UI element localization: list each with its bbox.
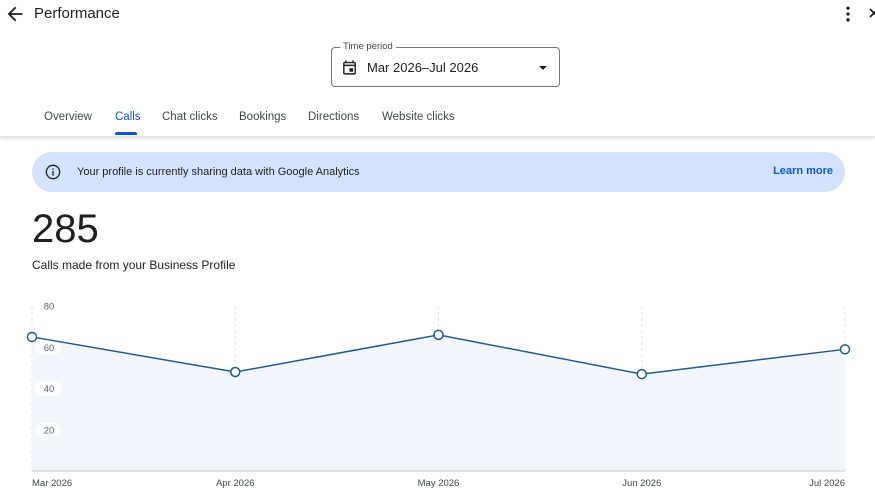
data-point	[839, 344, 851, 355]
active-tab-indicator	[115, 132, 137, 135]
x-tick-label: Jun 2026	[622, 478, 661, 489]
calls-description: Calls made from your Business Profile	[32, 258, 236, 272]
time-period-select[interactable]: Time period Mar 2026–Jul 2026	[331, 41, 560, 87]
info-icon	[45, 164, 61, 180]
tab-calls[interactable]: Calls	[115, 111, 141, 123]
analytics-banner: Your profile is currently sharing data w…	[32, 152, 845, 192]
data-point	[433, 329, 444, 341]
learn-more-link[interactable]: Learn more	[773, 165, 833, 177]
y-tick-label: 40	[44, 384, 55, 395]
chevron-down-icon	[539, 66, 547, 70]
data-point	[636, 368, 647, 380]
tab-directions[interactable]: Directions	[308, 111, 359, 123]
x-tick-label: Mar 2026	[32, 478, 72, 489]
time-period-label: Time period	[340, 41, 396, 52]
x-tick-label: Apr 2026	[216, 478, 255, 489]
y-tick-label: 20	[44, 425, 55, 436]
y-tick-label: 60	[44, 343, 55, 354]
tab-website-clicks[interactable]: Website clicks	[382, 111, 455, 123]
y-tick-label: 80	[44, 302, 55, 313]
data-point	[230, 366, 241, 378]
arrow-left-icon[interactable]	[4, 3, 26, 25]
tab-chat-clicks[interactable]: Chat clicks	[162, 111, 218, 123]
more-vert-icon[interactable]	[838, 4, 858, 24]
banner-text: Your profile is currently sharing data w…	[77, 166, 360, 178]
page-title: Performance	[34, 5, 120, 22]
time-period-value: Mar 2026–Jul 2026	[367, 60, 479, 75]
top-bar: Performance	[0, 0, 875, 30]
calendar-icon	[343, 60, 356, 75]
chart-area	[32, 334, 845, 471]
calls-chart: 20 40 60 80 Mar 2026 Apr 2026 May 2026 Jun 2026…	[26, 299, 851, 489]
x-tick-label: Jul 2026	[809, 478, 845, 489]
tab-overview[interactable]: Overview	[44, 111, 92, 123]
close-icon[interactable]	[866, 4, 875, 24]
calls-total: 285	[32, 207, 99, 251]
tab-bookings[interactable]: Bookings	[239, 111, 286, 123]
data-point	[26, 331, 38, 343]
tab-bar: Overview Calls Chat clicks Bookings Dire…	[0, 104, 875, 137]
x-tick-label: May 2026	[418, 478, 460, 489]
